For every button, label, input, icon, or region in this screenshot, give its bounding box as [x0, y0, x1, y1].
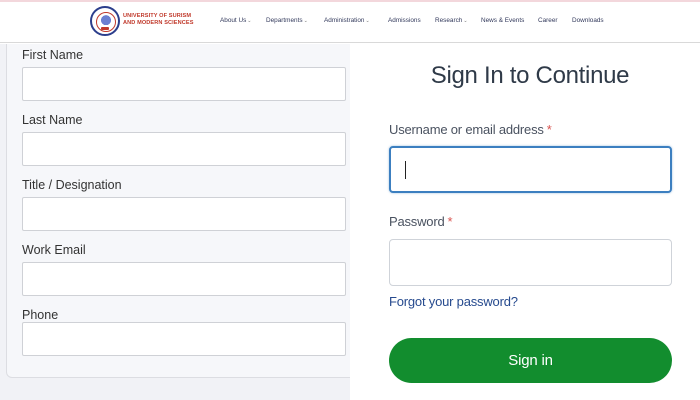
password-label-text: Password [389, 214, 445, 229]
nav-item-about-us[interactable]: About Us⌄ [220, 17, 252, 24]
last-name-input[interactable] [22, 132, 346, 166]
header-accent-line [0, 0, 700, 2]
nav-item-label: About Us [220, 17, 247, 24]
nav-item-news-events[interactable]: News & Events [481, 17, 524, 24]
phone-input[interactable] [22, 322, 346, 356]
nav-item-label: News & Events [481, 17, 525, 24]
nav-item-admissions[interactable]: Admissions [388, 17, 421, 24]
required-asterisk: * [546, 122, 552, 137]
password-label: Password * [389, 214, 453, 229]
chevron-down-icon: ⌄ [463, 18, 468, 24]
username-label-text: Username or email address [389, 122, 544, 137]
work-email-input[interactable] [22, 262, 346, 296]
phone-label: Phone [22, 308, 59, 322]
chevron-down-icon: ⌄ [247, 18, 252, 24]
chevron-down-icon: ⌄ [303, 18, 308, 24]
work-email-label: Work Email [22, 243, 86, 257]
title-designation-input[interactable] [22, 197, 346, 231]
site-header: UNIVERSITY OF SURISM AND MODERN SCIENCES… [0, 0, 700, 43]
nav-item-downloads[interactable]: Downloads [572, 17, 604, 24]
nav-item-research[interactable]: Research⌄ [435, 17, 468, 24]
nav-item-label: Administration [324, 17, 365, 24]
signin-button[interactable]: Sign in [389, 338, 672, 383]
username-input[interactable] [389, 146, 672, 193]
nav-item-career[interactable]: Career [538, 17, 558, 24]
nav-item-departments[interactable]: Departments⌄ [266, 17, 308, 24]
university-seal-icon[interactable] [90, 6, 120, 36]
first-name-label: First Name [22, 48, 84, 62]
required-asterisk: * [447, 214, 453, 229]
nav-item-administration[interactable]: Administration⌄ [324, 17, 370, 24]
first-name-input[interactable] [22, 67, 346, 101]
logo-line-2: AND MODERN SCIENCES [123, 20, 194, 26]
password-input[interactable] [389, 239, 672, 286]
chevron-down-icon: ⌄ [365, 18, 370, 24]
nav-item-label: Admissions [388, 17, 421, 24]
logo-line-1: UNIVERSITY OF SURISM [123, 13, 192, 19]
university-logo-text[interactable]: UNIVERSITY OF SURISM AND MODERN SCIENCES [123, 13, 194, 27]
signin-title: Sign In to Continue [430, 62, 630, 89]
nav-item-label: Downloads [572, 17, 604, 24]
nav-item-label: Departments [266, 17, 303, 24]
nav-item-label: Career [538, 17, 558, 24]
text-cursor [405, 161, 406, 179]
title-designation-label: Title / Designation [22, 178, 122, 192]
nav-item-label: Research [435, 17, 463, 24]
username-label: Username or email address * [389, 122, 552, 137]
forgot-password-link[interactable]: Forgot your password? [389, 294, 518, 309]
last-name-label: Last Name [22, 113, 83, 127]
